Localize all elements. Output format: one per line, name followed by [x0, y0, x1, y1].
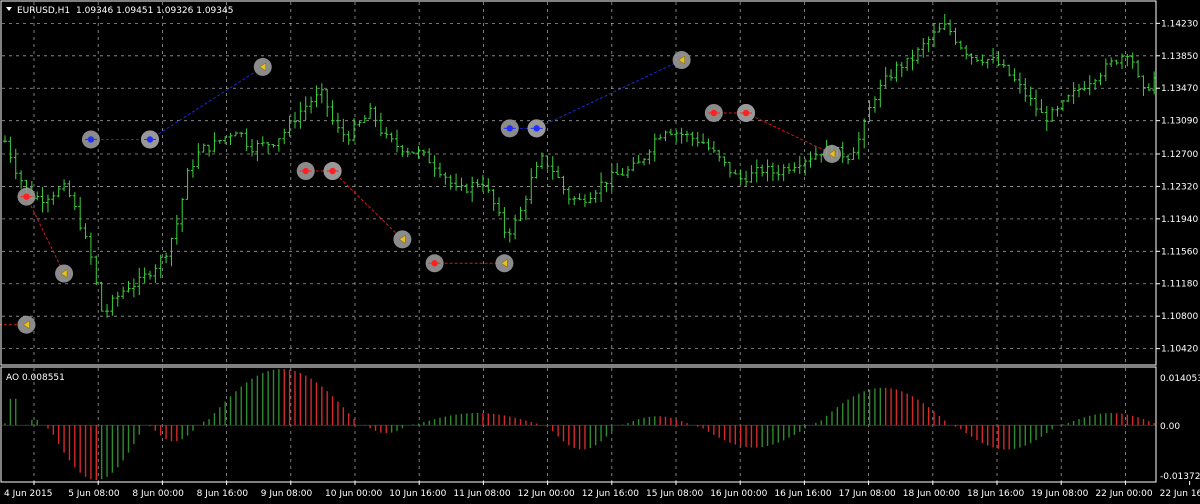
trade-open-marker[interactable] — [527, 119, 546, 138]
trade-open-marker[interactable] — [81, 130, 100, 149]
time-label: 12 Jun 00:00 — [518, 489, 575, 499]
time-label: 5 Jun 08:00 — [68, 489, 120, 499]
time-label: 16 Jun 00:00 — [710, 489, 767, 499]
price-chart[interactable]: 1.14230 1.13850 1.13470 1.13090 1.12700 1.123… — [0, 0, 1200, 500]
time-label: 9 Jun 08:00 — [261, 489, 313, 499]
trade-open-marker[interactable] — [704, 103, 723, 122]
trade-close-marker[interactable] — [17, 315, 36, 334]
trade-close-marker[interactable] — [495, 254, 514, 273]
price-label: 1.11940 — [1161, 215, 1198, 225]
trade-close-marker[interactable] — [672, 51, 691, 70]
time-label: 4 Jun 2015 — [4, 489, 52, 499]
ao-label: AO 0.008551 — [6, 373, 65, 383]
trade-close-marker[interactable] — [393, 230, 412, 249]
symbol-label: EURUSD,H1 — [17, 6, 70, 16]
trade-open-marker[interactable] — [17, 187, 36, 206]
trade-close-marker[interactable] — [253, 57, 272, 76]
time-label: 12 Jun 16:00 — [582, 489, 639, 499]
price-label: 1.13850 — [1161, 52, 1198, 62]
time-label: 17 Jun 08:00 — [839, 489, 896, 499]
trade-open-marker[interactable] — [140, 130, 159, 149]
trade-close-marker[interactable] — [55, 264, 74, 283]
trade-open-marker[interactable] — [425, 254, 444, 273]
ohlc-values: 1.09346 1.09451 1.09326 1.09345 — [76, 6, 233, 16]
trade-open-marker[interactable] — [323, 162, 342, 181]
time-label: 10 Jun 00:00 — [325, 489, 382, 499]
ao-scale-min: -0.013726 — [1160, 472, 1200, 482]
trade-open-marker[interactable] — [500, 119, 519, 138]
price-label: 1.13470 — [1161, 84, 1198, 94]
price-label: 1.13090 — [1161, 117, 1198, 127]
time-label: 8 Jun 16:00 — [197, 489, 249, 499]
time-label: 22 Jun 16: — [1160, 489, 1200, 499]
price-label: 1.11560 — [1161, 247, 1198, 257]
time-label: 22 Jun 00:00 — [1095, 489, 1152, 499]
time-label: 10 Jun 16:00 — [389, 489, 446, 499]
time-label: 8 Jun 00:00 — [132, 489, 184, 499]
price-label: 1.10800 — [1161, 312, 1198, 322]
trade-open-marker[interactable] — [737, 103, 756, 122]
price-label: 1.14230 — [1161, 19, 1198, 29]
time-label: 19 Jun 08:00 — [1031, 489, 1088, 499]
time-label: 18 Jun 00:00 — [903, 489, 960, 499]
trade-close-marker[interactable] — [822, 144, 841, 163]
title-bar: EURUSD,H1 1.09346 1.09451 1.09326 1.0934… — [6, 6, 233, 16]
price-label: 1.11180 — [1161, 280, 1198, 290]
ao-scale-zero: 0.00 — [1160, 422, 1180, 432]
price-label: 1.12320 — [1161, 182, 1198, 192]
price-label: 1.12700 — [1161, 150, 1198, 160]
trade-open-marker[interactable] — [296, 162, 315, 181]
time-label: 18 Jun 16:00 — [967, 489, 1024, 499]
chart-window[interactable]: 1.14230 1.13850 1.13470 1.13090 1.12700 1.123… — [0, 0, 1200, 500]
time-label: 16 Jun 16:00 — [774, 489, 831, 499]
time-label: 11 Jun 08:00 — [453, 489, 510, 499]
ao-scale-max: 0.014053 — [1160, 374, 1200, 384]
time-label: 15 Jun 08:00 — [646, 489, 703, 499]
price-label: 1.10420 — [1161, 345, 1198, 355]
